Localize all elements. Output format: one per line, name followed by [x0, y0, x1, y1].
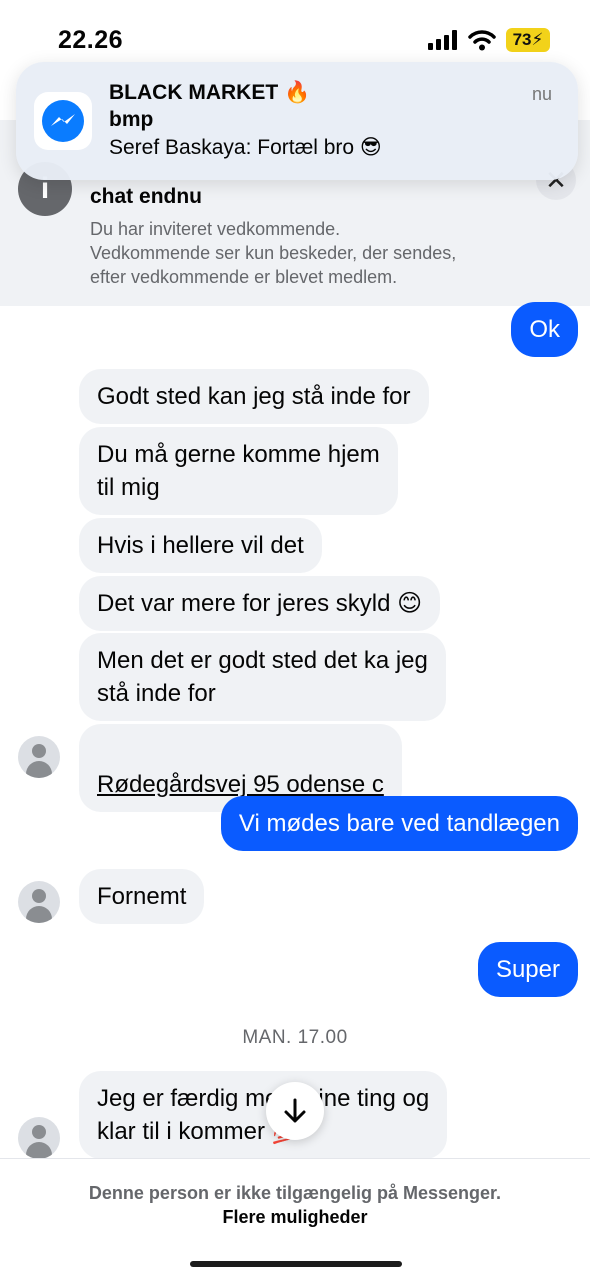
- notification-body: Seref Baskaya: Fortæl bro 😎: [109, 136, 382, 159]
- messenger-chat-screen: i ✕ chat endnu Du har inviteret vedkomme…: [0, 0, 590, 1280]
- status-time: 22.26: [58, 26, 124, 54]
- bottom-bar: Denne person er ikke tilgængelig på Mess…: [0, 1158, 590, 1280]
- charging-icon: ⚡: [531, 30, 544, 49]
- invite-banner-title: chat endnu: [90, 185, 203, 208]
- incoming-message[interactable]: Hvis i hellere vil det: [79, 518, 322, 573]
- invite-banner-description: Du har inviteret vedkommende. Vedkommend…: [90, 219, 457, 287]
- message-timestamp: MAN. 17.00: [242, 1027, 348, 1048]
- notification-time: nu: [531, 84, 552, 104]
- outgoing-message[interactable]: Ok: [511, 302, 578, 357]
- incoming-message[interactable]: Det var mere for jeres skyld 😊: [79, 576, 441, 631]
- arrow-down-icon: [284, 1098, 306, 1123]
- incoming-message[interactable]: Fornemt: [79, 869, 205, 924]
- incoming-message[interactable]: Godt sted kan jeg stå inde for: [79, 369, 429, 424]
- avatar[interactable]: [18, 736, 60, 778]
- wifi-icon: [468, 30, 496, 51]
- avatar[interactable]: [18, 1117, 60, 1159]
- battery-indicator: 73⚡: [506, 28, 550, 52]
- more-options-link[interactable]: Flere muligheder: [0, 1207, 590, 1228]
- incoming-message[interactable]: Du må gerne komme hjem til mig: [79, 427, 398, 515]
- address-link[interactable]: Rødegårdsvej 95 odense c: [97, 771, 384, 798]
- cellular-signal-icon: [428, 30, 457, 50]
- status-icons: 73⚡: [428, 28, 550, 52]
- avatar[interactable]: [18, 881, 60, 923]
- outgoing-message[interactable]: Super: [477, 942, 578, 997]
- incoming-message[interactable]: Jeg er færdig med mine ting og klar til …: [79, 1071, 448, 1159]
- notification-title: BLACK MARKET 🔥: [109, 81, 311, 104]
- push-notification[interactable]: BLACK MARKET 🔥 bmp Seref Baskaya: Fortæl…: [16, 62, 578, 180]
- scroll-to-bottom-button[interactable]: [266, 1082, 324, 1140]
- incoming-message[interactable]: Men det er godt sted det ka jeg stå inde…: [79, 633, 446, 721]
- notification-subtitle: bmp: [109, 108, 154, 131]
- outgoing-message[interactable]: Vi mødes bare ved tandlægen: [220, 796, 578, 851]
- battery-level: 73: [512, 30, 532, 49]
- unavailable-notice: Denne person er ikke tilgængelig på Mess…: [88, 1183, 502, 1203]
- home-indicator[interactable]: [190, 1261, 402, 1267]
- messenger-icon: [34, 92, 92, 150]
